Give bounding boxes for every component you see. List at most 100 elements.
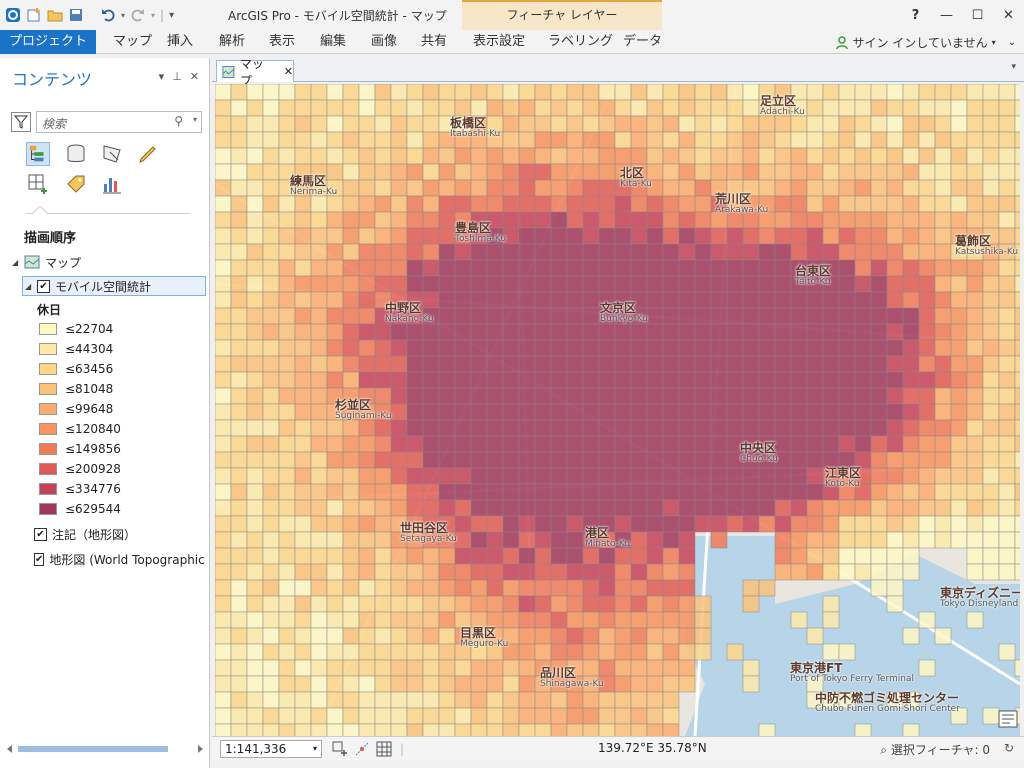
legend-item[interactable]: ≤629544 bbox=[39, 502, 121, 516]
scale-selector[interactable]: 1:141,336 ▾ bbox=[220, 739, 322, 758]
layer-row-annotation[interactable]: ✔ 注記（地形図） bbox=[34, 524, 136, 544]
legend-item[interactable]: ≤200928 bbox=[39, 462, 121, 476]
legend-item[interactable]: ≤44304 bbox=[39, 342, 113, 356]
save-icon[interactable] bbox=[68, 7, 84, 23]
search-icon[interactable]: ⚲ bbox=[174, 114, 183, 128]
legend-item[interactable]: ≤99648 bbox=[39, 402, 113, 416]
mesh-cell bbox=[454, 723, 472, 736]
mesh-cell bbox=[246, 115, 264, 133]
mesh-cell bbox=[966, 371, 984, 389]
mesh-cell bbox=[342, 227, 360, 245]
mesh-cell bbox=[1014, 227, 1020, 245]
map-overlay-icon[interactable] bbox=[998, 710, 1018, 728]
map-node[interactable]: ◢ マップ bbox=[12, 252, 81, 272]
extent-tool-icon[interactable] bbox=[332, 741, 348, 757]
tab-imagery[interactable]: 画像 bbox=[371, 30, 397, 54]
grid-icon[interactable] bbox=[376, 741, 392, 757]
list-by-snapping-icon[interactable] bbox=[26, 172, 50, 196]
horizontal-scrollbar[interactable] bbox=[6, 744, 204, 754]
mesh-cell bbox=[598, 403, 616, 421]
search-dropdown-icon[interactable]: ▾ bbox=[193, 115, 197, 124]
tab-data[interactable]: データ bbox=[623, 30, 662, 54]
mesh-cell bbox=[678, 611, 696, 629]
mesh-cell bbox=[294, 419, 312, 437]
collapse-triangle-icon[interactable]: ◢ bbox=[12, 258, 22, 267]
tab-appearance[interactable]: 表示設定 bbox=[473, 30, 525, 54]
list-by-labeling-icon[interactable] bbox=[64, 172, 88, 196]
list-by-drawing-order-icon[interactable] bbox=[26, 142, 50, 166]
tab-project[interactable]: プロジェクト bbox=[0, 30, 96, 54]
tab-map[interactable]: マップ bbox=[113, 30, 152, 54]
mesh-cell bbox=[326, 419, 344, 437]
legend-swatch bbox=[39, 323, 57, 335]
mesh-cell bbox=[470, 163, 488, 181]
tab-view[interactable]: 表示 bbox=[269, 30, 295, 54]
mesh-cell bbox=[486, 147, 504, 165]
mesh-cell bbox=[342, 531, 360, 549]
mesh-cell bbox=[918, 515, 936, 533]
list-by-data-source-icon[interactable] bbox=[64, 142, 88, 166]
layer-visibility-checkbox[interactable]: ✔ bbox=[37, 279, 50, 293]
mesh-cell bbox=[822, 227, 840, 245]
undo-icon[interactable] bbox=[100, 7, 116, 23]
legend-item[interactable]: ≤22704 bbox=[39, 322, 113, 336]
tab-share[interactable]: 共有 bbox=[421, 30, 447, 54]
tab-insert[interactable]: 挿入 bbox=[167, 30, 193, 54]
filter-icon[interactable] bbox=[11, 112, 31, 132]
mesh-cell bbox=[934, 179, 952, 197]
close-pane-icon[interactable]: ✕ bbox=[190, 70, 199, 83]
layer-row-mobile-stats[interactable]: ◢ ✔ モバイル空間統計 bbox=[22, 276, 206, 296]
layer-row-basemap[interactable]: ✔ 地形図 (World Topographic M bbox=[34, 549, 206, 569]
help-button[interactable]: ? bbox=[900, 0, 931, 30]
mesh-cell bbox=[646, 307, 664, 325]
basemap-visibility-checkbox[interactable]: ✔ bbox=[34, 552, 45, 566]
tab-analysis[interactable]: 解析 bbox=[219, 30, 245, 54]
mesh-cell bbox=[790, 531, 808, 549]
open-project-icon[interactable] bbox=[47, 7, 63, 23]
redo-dropdown-icon[interactable]: ▾ bbox=[151, 11, 155, 20]
mesh-cell bbox=[262, 211, 280, 229]
list-by-selection-icon[interactable] bbox=[100, 142, 124, 166]
minimize-button[interactable]: — bbox=[931, 0, 962, 30]
list-by-editing-icon[interactable] bbox=[136, 142, 160, 166]
refresh-icon[interactable]: ↻ bbox=[1004, 741, 1014, 755]
mesh-cell bbox=[358, 515, 376, 533]
mesh-cell bbox=[262, 579, 280, 597]
signin-status[interactable]: サイン インしていません ▾ ⌄ bbox=[836, 34, 1016, 51]
legend-item[interactable]: ≤81048 bbox=[39, 382, 113, 396]
collapse-ribbon-icon[interactable]: ⌄ bbox=[1008, 37, 1016, 48]
legend-item[interactable]: ≤120840 bbox=[39, 422, 121, 436]
legend-item[interactable]: ≤334776 bbox=[39, 482, 121, 496]
legend-item[interactable]: ≤63456 bbox=[39, 362, 113, 376]
list-by-charts-icon[interactable] bbox=[100, 172, 124, 196]
undo-dropdown-icon[interactable]: ▾ bbox=[121, 11, 125, 20]
mesh-cell bbox=[918, 659, 936, 677]
mesh-cell bbox=[310, 387, 328, 405]
redo-icon[interactable] bbox=[130, 7, 146, 23]
pane-menu-icon[interactable]: ▾ bbox=[159, 70, 165, 83]
tab-labeling[interactable]: ラベリング bbox=[548, 30, 613, 54]
close-tab-icon[interactable]: ✕ bbox=[284, 65, 293, 78]
collapse-triangle-icon[interactable]: ◢ bbox=[25, 282, 35, 291]
mesh-cell bbox=[790, 387, 808, 405]
maximize-button[interactable]: ☐ bbox=[962, 0, 993, 30]
customize-qat-icon[interactable]: ▾ bbox=[169, 10, 174, 21]
close-window-button[interactable]: ✕ bbox=[993, 0, 1024, 30]
mesh-cell bbox=[215, 467, 232, 485]
arcgis-logo-icon[interactable] bbox=[5, 7, 21, 23]
mesh-cell bbox=[342, 451, 360, 469]
pin-icon[interactable]: ⊥ bbox=[172, 70, 182, 83]
tab-edit[interactable]: 編集 bbox=[320, 30, 346, 54]
annotation-visibility-checkbox[interactable]: ✔ bbox=[34, 527, 47, 541]
mesh-cell bbox=[518, 339, 536, 357]
selected-features-count[interactable]: ⌕ 選択フィーチャ: 0 bbox=[880, 741, 990, 758]
mesh-cell bbox=[998, 307, 1016, 325]
tab-overflow-icon[interactable]: ▾ bbox=[1011, 62, 1016, 72]
legend-item[interactable]: ≤149856 bbox=[39, 442, 121, 456]
snapping-icon[interactable] bbox=[354, 741, 370, 757]
map-view[interactable]: 足立区 Adachi-Ku 板橋区 Itabashi-Ku 北区 Kita-Ku 練馬区 Ne… bbox=[215, 84, 1020, 736]
select-features-icon: ⌕ bbox=[880, 743, 888, 757]
new-project-icon[interactable] bbox=[26, 7, 42, 23]
search-input[interactable]: 検索 ⚲ ▾ bbox=[36, 111, 202, 133]
map-view-tab[interactable]: マップ ✕ bbox=[216, 57, 294, 88]
